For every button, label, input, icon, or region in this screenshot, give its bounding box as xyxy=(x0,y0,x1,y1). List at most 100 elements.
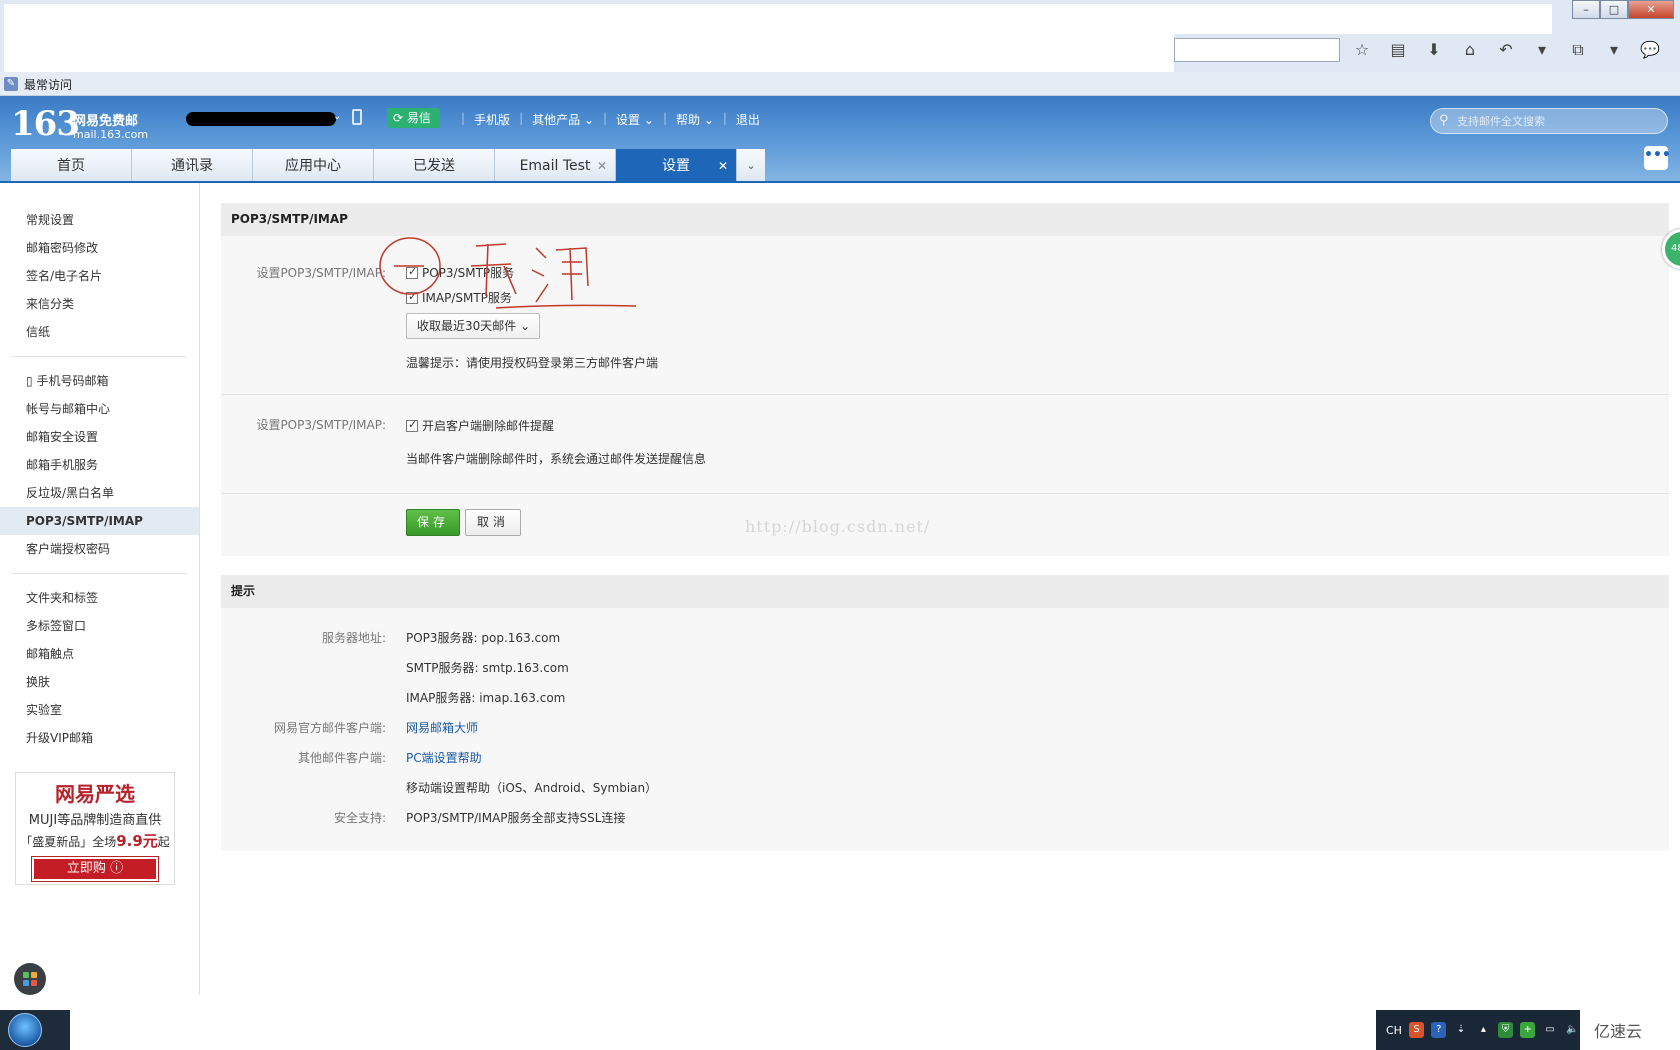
chevron-down-icon[interactable]: ⌄ xyxy=(333,111,341,122)
tab-contacts[interactable]: 通讯录 xyxy=(132,149,253,183)
sidebar-item-account-center[interactable]: 帐号与邮箱中心 xyxy=(0,395,199,423)
top-nav: | 手机版 | 其他产品 ⌄ | 设置 ⌄ | 帮助 ⌄ | 退出 xyxy=(461,111,760,128)
fetch-range-select[interactable]: 收取最近30天邮件 ⌄ xyxy=(406,313,540,339)
search-input[interactable] xyxy=(1457,112,1657,130)
delete-alert-section: 设置POP3/SMTP/IMAP: 开启客户端删除邮件提醒 当邮件客户端删除邮件… xyxy=(221,395,1669,494)
phone-icon[interactable] xyxy=(352,109,362,125)
tab-sent[interactable]: 已发送 xyxy=(374,149,495,183)
search-icon[interactable]: ⚲ xyxy=(1439,113,1449,128)
redacted-area xyxy=(4,4,1552,34)
apps-grid-icon[interactable] xyxy=(14,963,46,995)
volume-icon[interactable]: 🔈 xyxy=(1565,1022,1580,1038)
mail-header: 163 网易免费邮 mail.163.com ⌄ ⟳ 易信 | 手机版 | 其他… xyxy=(0,96,1680,183)
tabs-more-dropdown[interactable]: ⌄ xyxy=(737,149,765,183)
user-account-redacted[interactable] xyxy=(186,112,336,126)
phone-icon: ▯ xyxy=(26,374,33,388)
ad-line2: 「盛夏新品」全场9.9元起 xyxy=(20,832,170,850)
sidebar-item-general[interactable]: 常规设置 xyxy=(0,206,199,234)
ad-banner[interactable]: 网易严选 MUJI等品牌制造商直供 「盛夏新品」全场9.9元起 立即购 ⓘ xyxy=(15,772,175,885)
tips-row: IMAP服务器: imap.163.com xyxy=(406,691,566,705)
sidebar-item-phone-service[interactable]: 邮箱手机服务 xyxy=(0,451,199,479)
tab-app-center[interactable]: 应用中心 xyxy=(253,149,374,183)
logo-number[interactable]: 163 xyxy=(11,104,80,144)
nav-other-products[interactable]: 其他产品 ⌄ xyxy=(532,111,594,128)
sidebar-item-security[interactable]: 邮箱安全设置 xyxy=(0,423,199,451)
download-icon[interactable]: ⬇ xyxy=(1417,38,1451,62)
service-label: 设置POP3/SMTP/IMAP: xyxy=(256,266,386,280)
header-divider xyxy=(0,181,1680,183)
mail-master-link[interactable]: 网易邮箱大师 xyxy=(406,713,478,743)
crop-icon[interactable]: ⧉ xyxy=(1561,38,1595,62)
sidebar-group-account: ▯ 手机号码邮箱 帐号与邮箱中心 邮箱安全设置 邮箱手机服务 反垃圾/黑白名单 … xyxy=(0,367,199,563)
tray-icon[interactable]: ⇣ xyxy=(1453,1022,1468,1038)
shield-icon[interactable]: ⛨ xyxy=(1497,1022,1514,1038)
star-icon[interactable]: ☆ xyxy=(1345,38,1379,62)
pc-help-link[interactable]: PC端设置帮助 xyxy=(406,743,482,773)
plus-icon[interactable]: + xyxy=(1520,1022,1536,1038)
chat-icon[interactable]: 💬 xyxy=(1633,38,1667,62)
help-icon[interactable]: ? xyxy=(1431,1022,1447,1038)
sidebar-item-vip[interactable]: 升级VIP邮箱 xyxy=(0,724,199,752)
chevron-down-icon: ⌄ xyxy=(520,319,531,333)
sidebar-item-stationery[interactable]: 信纸 xyxy=(0,318,199,346)
panel-title: POP3/SMTP/IMAP xyxy=(221,203,1669,236)
maximize-button[interactable]: □ xyxy=(1600,0,1628,19)
handwritten-annotation xyxy=(379,237,637,309)
undo-icon[interactable]: ↶ xyxy=(1489,38,1523,62)
sidebar-item-folders[interactable]: 文件夹和标签 xyxy=(0,584,199,612)
taskbar-start xyxy=(0,1010,70,1050)
tip-text: 温馨提示：请使用授权码登录第三方邮件客户端 xyxy=(406,356,659,370)
sidebar-item-skin[interactable]: 换肤 xyxy=(0,668,199,696)
ad-buy-button[interactable]: 立即购 ⓘ xyxy=(31,856,159,882)
bookmark-icon: ✎ xyxy=(4,77,18,91)
dropdown-icon[interactable]: ▾ xyxy=(1597,38,1631,62)
sidebar-item-antispam[interactable]: 反垃圾/黑白名单 xyxy=(0,479,199,507)
sidebar-item-filters[interactable]: 来信分类 xyxy=(0,290,199,318)
lang-indicator[interactable]: CH xyxy=(1386,1024,1402,1037)
ad-line1: MUJI等品牌制造商直供 xyxy=(28,813,162,828)
tab-bar: 首页 通讯录 应用中心 已发送 Email Test ✕ 设置 ✕ ⌄ xyxy=(11,149,765,183)
address-bar[interactable] xyxy=(1174,38,1340,62)
sidebar-item-password[interactable]: 邮箱密码修改 xyxy=(0,234,199,262)
tab-email-test[interactable]: Email Test ✕ xyxy=(495,149,616,183)
close-icon[interactable]: ✕ xyxy=(597,149,607,183)
sogou-icon[interactable]: S xyxy=(1408,1022,1425,1038)
sidebar-item-multitab[interactable]: 多标签窗口 xyxy=(0,612,199,640)
more-icon[interactable]: ••• xyxy=(1644,146,1671,170)
nav-help[interactable]: 帮助 ⌄ xyxy=(676,111,714,128)
watermark-text: http://blog.csdn.net/ xyxy=(745,517,931,536)
sidebar-item-pop3[interactable]: POP3/SMTP/IMAP xyxy=(0,507,199,535)
tips-title: 提示 xyxy=(221,575,1669,608)
sidebar-item-touchpoint[interactable]: 邮箱触点 xyxy=(0,640,199,668)
network-icon[interactable]: ▭ xyxy=(1542,1022,1557,1038)
sidebar-item-signature[interactable]: 签名/电子名片 xyxy=(0,262,199,290)
sidebar-group-advanced: 文件夹和标签 多标签窗口 邮箱触点 换肤 实验室 升级VIP邮箱 xyxy=(0,584,199,752)
chevron-up-icon[interactable]: ▴ xyxy=(1476,1022,1491,1038)
tips-row: 安全支持: POP3/SMTP/IMAP服务全部支持SSL连接 xyxy=(333,811,626,825)
close-icon[interactable]: ✕ xyxy=(718,149,728,183)
save-button[interactable]: 保存 xyxy=(406,509,460,536)
nav-logout[interactable]: 退出 xyxy=(736,111,760,128)
home-icon[interactable]: ⌂ xyxy=(1453,38,1487,62)
cancel-button[interactable]: 取消 xyxy=(465,509,521,536)
sidebar-item-client-auth[interactable]: 客户端授权密码 xyxy=(0,535,199,563)
sidebar-group-general: 常规设置 邮箱密码修改 签名/电子名片 来信分类 信纸 xyxy=(0,206,199,346)
tips-row: 其他邮件客户端: PC端设置帮助 xyxy=(221,743,1669,773)
reading-list-icon[interactable]: ▤ xyxy=(1381,38,1415,62)
tab-settings[interactable]: 设置 ✕ xyxy=(616,149,737,183)
window-controls: – □ ✕ xyxy=(1572,0,1674,19)
start-button[interactable] xyxy=(8,1013,42,1047)
nav-mobile[interactable]: 手机版 xyxy=(474,111,510,128)
sidebar-item-phone-mailbox[interactable]: ▯ 手机号码邮箱 xyxy=(0,367,199,395)
menu-icon[interactable]: ≡ xyxy=(1669,38,1680,62)
sidebar-item-lab[interactable]: 实验室 xyxy=(0,696,199,724)
dropdown-icon[interactable]: ▾ xyxy=(1525,38,1559,62)
nav-settings[interactable]: 设置 ⌄ xyxy=(616,111,654,128)
yixin-button[interactable]: ⟳ 易信 xyxy=(387,108,440,128)
tab-home[interactable]: 首页 xyxy=(11,149,132,183)
bookmark-most-visited[interactable]: 最常访问 xyxy=(24,76,72,93)
checkbox-checked[interactable] xyxy=(406,418,418,432)
delete-alert-checkbox[interactable]: 开启客户端删除邮件提醒 xyxy=(406,417,554,434)
minimize-button[interactable]: – xyxy=(1572,0,1600,19)
close-window-button[interactable]: ✕ xyxy=(1628,0,1674,19)
